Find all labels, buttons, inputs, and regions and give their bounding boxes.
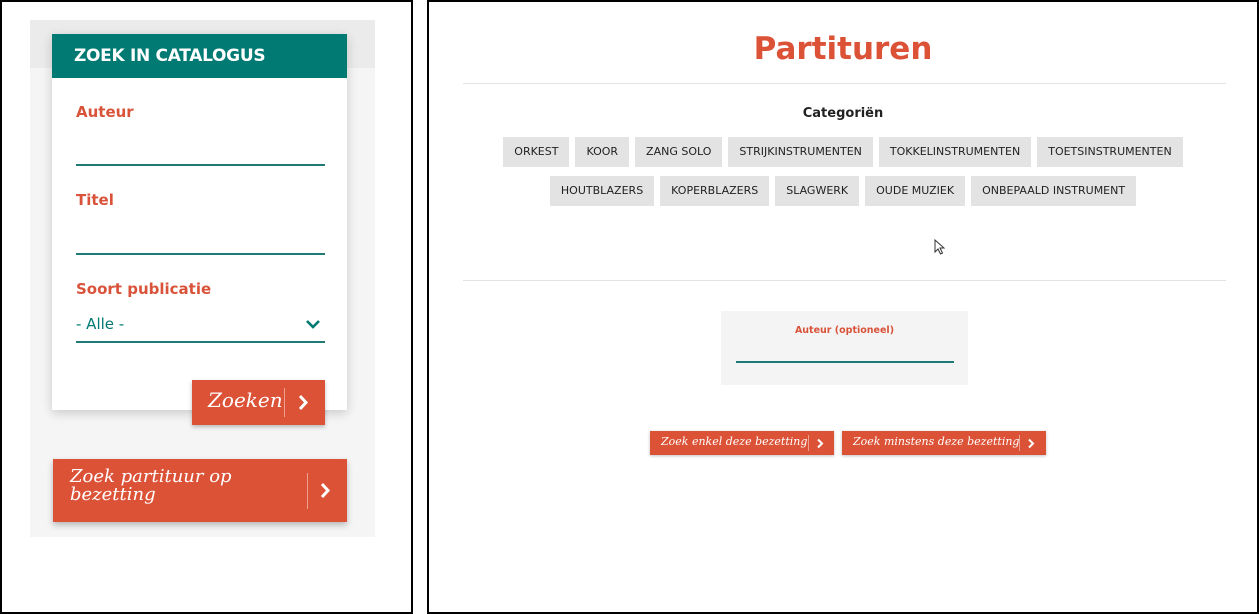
categories-title: Categoriën (802, 106, 884, 121)
title-label: Titel (76, 191, 114, 209)
right-screenshot-panel (427, 0, 1259, 614)
category-koor[interactable]: KOOR (575, 137, 630, 167)
divider (463, 280, 1226, 281)
author-label: Auteur (76, 103, 134, 121)
mouse-cursor-icon (934, 239, 945, 255)
category-koperblazers[interactable]: KOPERBLAZERS (660, 176, 770, 206)
title-input[interactable] (76, 253, 325, 255)
button-divider (808, 435, 809, 451)
search-exact-instrumentation-button[interactable]: Zoek enkel deze bezetting (650, 431, 834, 455)
publication-type-label: Soort publicatie (76, 280, 212, 298)
category-onbepaald-instrument[interactable]: ONBEPAALD INSTRUMENT (971, 176, 1137, 206)
chevron-right-icon (298, 394, 309, 411)
button-divider (1019, 435, 1020, 451)
category-zang-solo[interactable]: ZANG SOLO (635, 137, 723, 167)
chevron-down-icon (306, 320, 320, 329)
search-minimum-instrumentation-button[interactable]: Zoek minstens deze bezetting (842, 431, 1046, 455)
author-input[interactable] (76, 164, 325, 166)
catalog-search-card: ZOEK IN CATALOGUS Auteur Titel Soort pub… (52, 34, 347, 410)
chevron-right-icon (320, 482, 331, 499)
author-optional-box: Auteur (optioneel) (721, 311, 968, 385)
category-strijkinstrumenten[interactable]: STRIJKINSTRUMENTEN (728, 137, 873, 167)
category-toetsinstrumenten[interactable]: TOETSINSTRUMENTEN (1037, 137, 1183, 167)
page-title: Partituren (753, 31, 933, 67)
category-orkest[interactable]: ORKEST (503, 137, 570, 167)
search-button[interactable]: Zoeken (192, 380, 325, 425)
category-houtblazers[interactable]: HOUTBLAZERS (549, 176, 655, 206)
publication-type-underline (76, 341, 325, 343)
category-oude-muziek[interactable]: OUDE MUZIEK (865, 176, 966, 206)
chevron-right-icon (1028, 438, 1035, 449)
search-by-instrumentation-label: Zoek partituur op bezetting (70, 466, 232, 505)
chevron-right-icon (817, 438, 824, 449)
categories-row-1: ORKEST KOOR ZANG SOLO STRIJKINSTRUMENTEN… (427, 137, 1259, 167)
button-divider (307, 473, 308, 509)
button-divider (284, 388, 285, 417)
category-tokkelinstrumenten[interactable]: TOKKELINSTRUMENTEN (878, 137, 1032, 167)
search-exact-label: Zoek enkel deze bezetting (661, 435, 808, 448)
category-slagwerk[interactable]: SLAGWERK (775, 176, 860, 206)
publication-type-select[interactable]: - Alle - (76, 315, 124, 333)
catalog-search-header: ZOEK IN CATALOGUS (52, 34, 347, 78)
categories-row-2: HOUTBLAZERS KOPERBLAZERS SLAGWERK OUDE M… (427, 176, 1259, 206)
search-button-label: Zoeken (208, 388, 283, 412)
author-optional-label: Auteur (optioneel) (794, 325, 895, 336)
search-by-instrumentation-button[interactable]: Zoek partituur op bezetting (53, 459, 347, 522)
divider (463, 83, 1226, 84)
search-minimum-label: Zoek minstens deze bezetting (853, 435, 1020, 448)
author-optional-input[interactable] (736, 361, 954, 363)
